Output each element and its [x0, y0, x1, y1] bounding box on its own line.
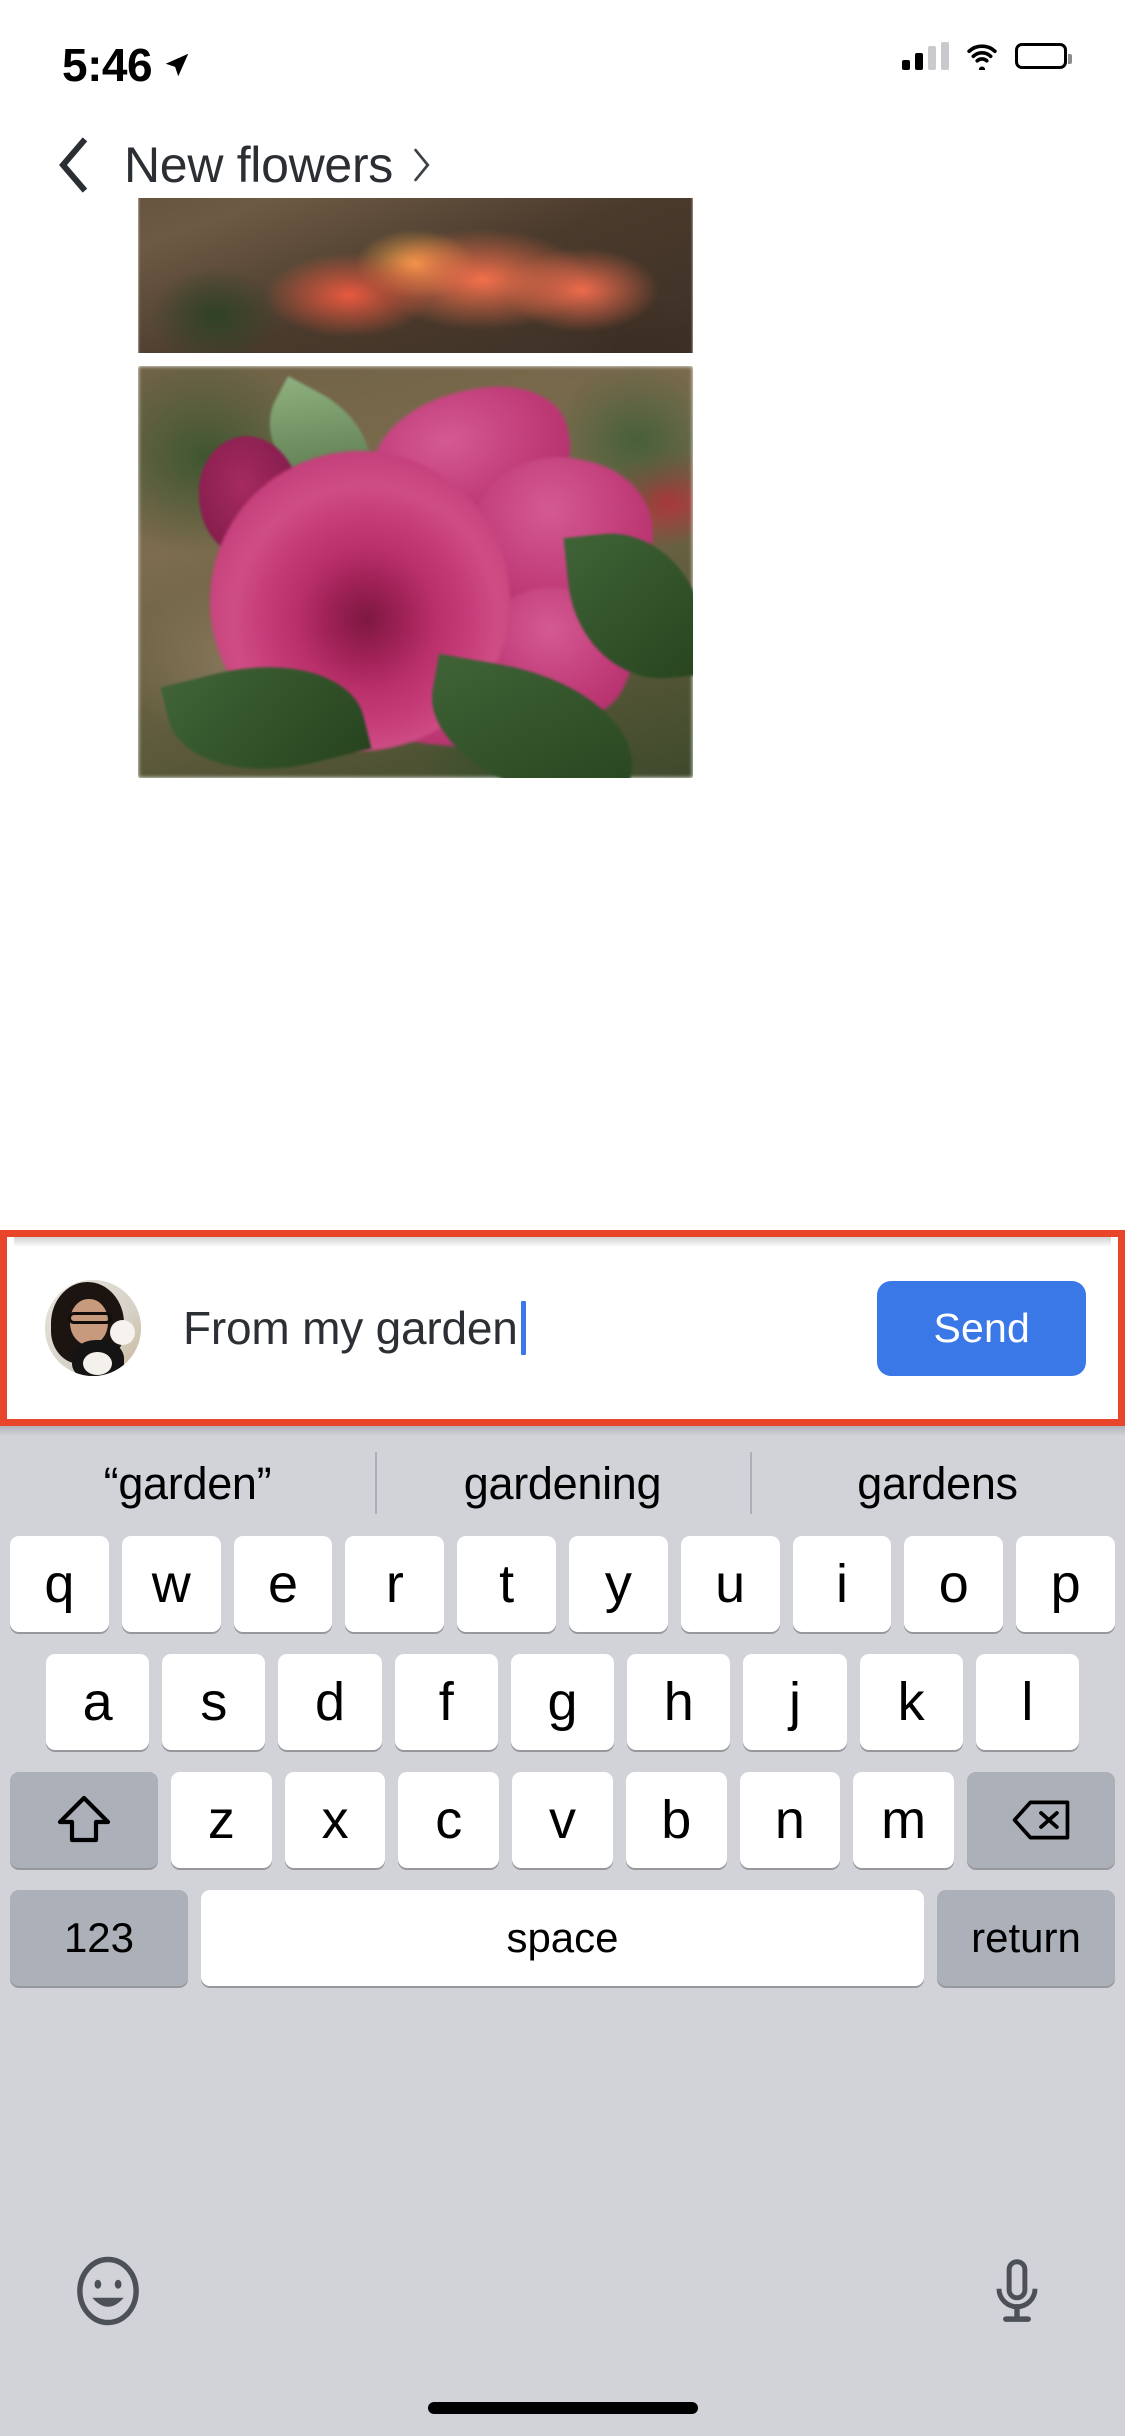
- keyboard-row-1: q w e r t y u i o p: [10, 1536, 1115, 1632]
- keyboard-row-3: z x c v b n m: [9, 1772, 1116, 1868]
- status-bar: 5:46: [0, 0, 1125, 132]
- backspace-icon: [1012, 1800, 1070, 1840]
- emoji-key[interactable]: [72, 2255, 144, 2332]
- comment-composer[interactable]: From my garden Send: [0, 1237, 1125, 1419]
- keyboard-row-2: a s d f g h j k l: [10, 1654, 1115, 1750]
- key-s[interactable]: s: [162, 1654, 266, 1750]
- dictation-key[interactable]: [981, 2255, 1053, 2332]
- keyboard-bottom-bar: [0, 2238, 1125, 2348]
- key-h[interactable]: h: [627, 1654, 731, 1750]
- battery-icon: [1015, 43, 1072, 69]
- key-w[interactable]: w: [121, 1536, 221, 1632]
- pink-rose-photo[interactable]: [138, 366, 693, 778]
- prediction-0[interactable]: “garden”: [0, 1461, 375, 1506]
- user-avatar: [45, 1280, 141, 1376]
- key-a[interactable]: a: [46, 1654, 150, 1750]
- cellular-signal-icon: [902, 42, 949, 70]
- key-j[interactable]: j: [743, 1654, 847, 1750]
- key-k[interactable]: k: [859, 1654, 963, 1750]
- key-t[interactable]: t: [457, 1536, 556, 1632]
- key-v[interactable]: v: [512, 1772, 613, 1868]
- predictive-text-bar[interactable]: “garden” gardening gardens: [0, 1426, 1125, 1536]
- navigation-bar: New flowers: [0, 132, 1125, 206]
- shift-key[interactable]: [9, 1772, 158, 1868]
- key-c[interactable]: c: [398, 1772, 500, 1868]
- microphone-icon: [996, 2258, 1038, 2322]
- status-bar-clock: 5:46: [62, 39, 153, 91]
- backspace-key[interactable]: [967, 1772, 1116, 1868]
- pink-rose-image: [138, 366, 693, 778]
- send-button[interactable]: Send: [877, 1280, 1086, 1376]
- orange-rose-photo[interactable]: [138, 198, 693, 353]
- text-cursor: [520, 1301, 526, 1355]
- numbers-key[interactable]: 123: [10, 1890, 188, 1986]
- key-m[interactable]: m: [853, 1772, 955, 1868]
- comment-input-value: From my garden: [183, 1302, 518, 1354]
- wifi-icon: [967, 44, 997, 70]
- comment-input[interactable]: From my garden: [141, 1301, 877, 1355]
- photo-feed[interactable]: [0, 198, 1125, 1230]
- emoji-smiley-icon: [77, 2256, 139, 2325]
- key-p[interactable]: p: [1016, 1536, 1115, 1632]
- key-z[interactable]: z: [170, 1772, 272, 1868]
- keyboard-shadow: [0, 1426, 1125, 1436]
- return-key[interactable]: return: [937, 1890, 1115, 1986]
- key-q[interactable]: q: [10, 1536, 109, 1632]
- key-n[interactable]: n: [739, 1772, 841, 1868]
- key-y[interactable]: y: [569, 1536, 668, 1632]
- key-l[interactable]: l: [975, 1654, 1079, 1750]
- status-bar-right: [902, 42, 1072, 70]
- location-arrow-icon: [165, 53, 189, 77]
- composer-shadow: [14, 1237, 1111, 1247]
- keyboard-row-4: 123 space return: [10, 1890, 1115, 1986]
- chevron-left-icon: [59, 137, 88, 193]
- key-d[interactable]: d: [278, 1654, 382, 1750]
- space-key[interactable]: space: [201, 1890, 924, 1986]
- key-e[interactable]: e: [233, 1536, 333, 1632]
- prediction-2[interactable]: gardens: [750, 1461, 1125, 1506]
- key-f[interactable]: f: [394, 1654, 498, 1750]
- album-title-button[interactable]: New flowers: [124, 140, 439, 190]
- key-b[interactable]: b: [625, 1772, 727, 1868]
- shift-icon: [57, 1795, 111, 1843]
- key-o[interactable]: o: [904, 1536, 1004, 1632]
- comment-composer-highlight: From my garden Send: [0, 1230, 1125, 1426]
- chevron-right-icon: [409, 145, 439, 185]
- status-bar-left: 5:46: [62, 42, 192, 88]
- key-x[interactable]: x: [284, 1772, 386, 1868]
- home-indicator[interactable]: [427, 2402, 698, 2414]
- keyboard-rows: q w e r t y u i o p a s d f g h j k l z …: [0, 1536, 1125, 1986]
- prediction-1[interactable]: gardening: [375, 1461, 750, 1506]
- onscreen-keyboard[interactable]: “garden” gardening gardens q w e r t y u…: [0, 1426, 1125, 2436]
- page-title: New flowers: [124, 137, 393, 193]
- key-r[interactable]: r: [345, 1536, 445, 1632]
- key-i[interactable]: i: [792, 1536, 892, 1632]
- key-g[interactable]: g: [510, 1654, 615, 1750]
- orange-rose-image: [138, 198, 693, 353]
- key-u[interactable]: u: [680, 1536, 780, 1632]
- back-button[interactable]: [42, 134, 104, 196]
